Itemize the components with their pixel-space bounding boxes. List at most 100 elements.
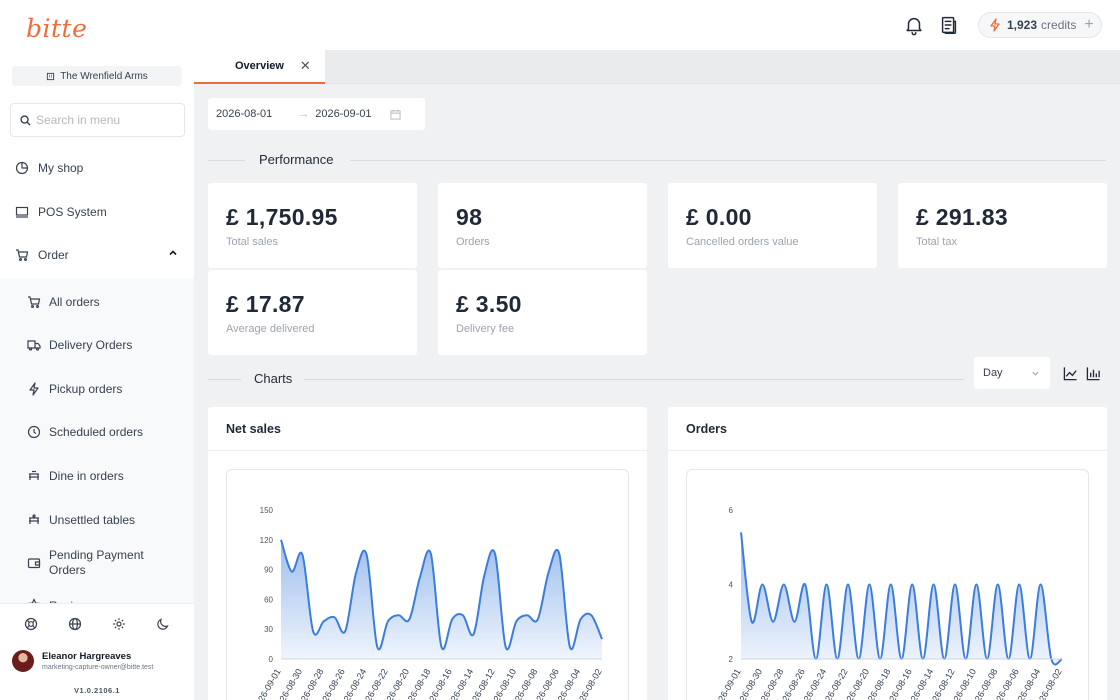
- sidebar-item-my-shop[interactable]: My shop: [0, 148, 194, 188]
- divider: [350, 160, 1106, 161]
- start-date[interactable]: 2026-08-01: [216, 108, 272, 120]
- plus-icon[interactable]: +: [1084, 17, 1093, 33]
- sidebar-item-order[interactable]: Order: [0, 235, 194, 275]
- user-email: marketing-capture-owner@bitte.test: [42, 664, 154, 671]
- sidebar-item-label: Order: [38, 248, 69, 262]
- x-tick-label: 2026-09-01: [251, 667, 283, 700]
- tab-overview[interactable]: Overview ✕: [194, 50, 325, 84]
- sidebar-item-scheduled-orders[interactable]: Scheduled orders: [0, 412, 194, 452]
- gear-icon[interactable]: [112, 617, 126, 631]
- top-bar: bitte 1,923 credits +: [0, 0, 1120, 50]
- kpi-value: £ 0.00: [686, 204, 752, 230]
- calendar-icon: [390, 109, 401, 120]
- sidebar-item-pending-payment-orders[interactable]: Pending Payment Orders: [0, 543, 194, 583]
- kpi-value: £ 291.83: [916, 204, 1008, 230]
- kpi-label: Total tax: [916, 236, 957, 248]
- kpi-card-total-sales: £ 1,750.95 Total sales: [208, 183, 417, 268]
- chevron-up-icon[interactable]: [168, 248, 178, 258]
- sidebar-item-label: Scheduled orders: [49, 425, 144, 439]
- divider: [304, 379, 964, 380]
- line-chart-icon[interactable]: [1063, 366, 1078, 381]
- performance-section-header: Performance: [208, 150, 1106, 170]
- y-tick-label: 0: [269, 655, 274, 664]
- sidebar-item-pos-system[interactable]: POS System: [0, 192, 194, 232]
- sidebar-item-label: All orders: [49, 295, 100, 309]
- section-title: Performance: [259, 152, 334, 167]
- orders-panel: Orders 2 4 6 2026-09-01 2026-08-30 2026-08-28…: [668, 407, 1107, 700]
- credits-button[interactable]: 1,923 credits +: [978, 12, 1102, 38]
- cart-icon: [28, 296, 41, 309]
- credits-count: 1,923: [1007, 18, 1038, 32]
- dine-icon: [29, 470, 39, 480]
- sidebar-item-label: Pending Payment: [49, 548, 144, 562]
- kpi-card-cancelled-orders-value: £ 0.00 Cancelled orders value: [668, 183, 877, 268]
- tab-bar: Overview ✕: [194, 50, 1120, 84]
- clock-icon: [27, 425, 41, 439]
- y-tick-label: 2: [729, 655, 734, 664]
- arrow-right-icon: →: [298, 108, 310, 120]
- sidebar-item-all-orders[interactable]: All orders: [0, 282, 194, 322]
- bell-icon[interactable]: [903, 14, 925, 36]
- bolt-icon: [990, 18, 1000, 32]
- building-icon: [47, 72, 55, 80]
- kpi-label: Delivery fee: [456, 323, 515, 335]
- granularity-select[interactable]: Day: [974, 357, 1050, 389]
- sidebar-item-label: Unsettled tables: [49, 513, 136, 527]
- user-profile[interactable]: Eleanor Hargreaves marketing-capture-own…: [12, 650, 153, 672]
- kpi-value: 98: [456, 204, 483, 230]
- logo[interactable]: bitte: [26, 14, 87, 43]
- kpi-label: Orders: [456, 236, 490, 248]
- sidebar-footer: Eleanor Hargreaves marketing-capture-own…: [0, 603, 194, 700]
- credits-unit: credits: [1041, 18, 1077, 32]
- y-tick-label: 120: [260, 536, 274, 545]
- table-icon: [29, 514, 39, 524]
- kpi-card-orders: 98 Orders: [438, 183, 647, 268]
- series-area: [281, 539, 602, 659]
- close-icon[interactable]: ✕: [300, 58, 311, 74]
- date-range-picker[interactable]: 2026-08-01 → 2026-09-01: [208, 98, 425, 130]
- sidebar-item-label: Pickup orders: [49, 382, 123, 396]
- search-box[interactable]: [10, 103, 185, 137]
- bar-chart-icon[interactable]: [1086, 366, 1101, 381]
- moon-icon[interactable]: [156, 617, 170, 631]
- kpi-label: Cancelled orders value: [686, 236, 799, 248]
- orders-chart[interactable]: 2462026-09-012026-08-302026-08-282026-08…: [687, 470, 1089, 700]
- sidebar-item-label: POS System: [38, 205, 107, 219]
- sidebar-item-dine-in-orders[interactable]: Dine in orders: [0, 456, 194, 496]
- charts-section-header: Charts: [208, 369, 968, 389]
- monitor-icon: [15, 206, 29, 218]
- avatar[interactable]: [12, 650, 34, 672]
- x-tick-label: 2026-09-01: [711, 667, 743, 700]
- divider: [208, 450, 647, 451]
- sidebar-item-unsettled-tables[interactable]: Unsettled tables: [0, 500, 194, 540]
- document-icon[interactable]: [938, 14, 960, 36]
- store-selector[interactable]: The Wrenfield Arms: [12, 66, 182, 86]
- sidebar: The Wrenfield Arms My shop POS System Or…: [0, 50, 194, 700]
- orders-chart-box: 2 4 6 2026-09-01 2026-08-30 2026-08-28 2026-08…: [686, 469, 1089, 700]
- store-name: The Wrenfield Arms: [60, 70, 148, 82]
- app-version: V1.0.2106.1: [74, 686, 120, 695]
- kpi-value: £ 3.50: [456, 291, 522, 317]
- bolt-icon: [29, 382, 39, 396]
- end-date[interactable]: 2026-09-01: [315, 108, 371, 120]
- kpi-value: £ 17.87: [226, 291, 305, 317]
- section-title: Charts: [254, 371, 293, 386]
- sidebar-item-delivery-orders[interactable]: Delivery Orders: [0, 325, 194, 365]
- kpi-label: Average delivered: [226, 323, 315, 335]
- divider: [208, 379, 241, 380]
- y-tick-label: 4: [729, 581, 734, 590]
- truck-icon: [27, 340, 41, 351]
- y-tick-label: 6: [729, 506, 734, 515]
- tab-label: Overview: [235, 60, 284, 72]
- search-icon: [20, 114, 31, 126]
- kpi-card-average-delivered: £ 17.87 Average delivered: [208, 270, 417, 355]
- sidebar-item-pickup-orders[interactable]: Pickup orders: [0, 369, 194, 409]
- net-sales-chart[interactable]: 03060901201502026-09-012026-08-302026-08…: [227, 470, 629, 700]
- sidebar-item-label: Delivery Orders: [49, 338, 133, 352]
- support-icon[interactable]: [24, 617, 38, 631]
- pie-chart-icon: [15, 161, 29, 175]
- kpi-card-delivery-fee: £ 3.50 Delivery fee: [438, 270, 647, 355]
- globe-icon[interactable]: [68, 617, 82, 631]
- search-input[interactable]: [36, 113, 176, 127]
- user-name: Eleanor Hargreaves: [42, 651, 132, 662]
